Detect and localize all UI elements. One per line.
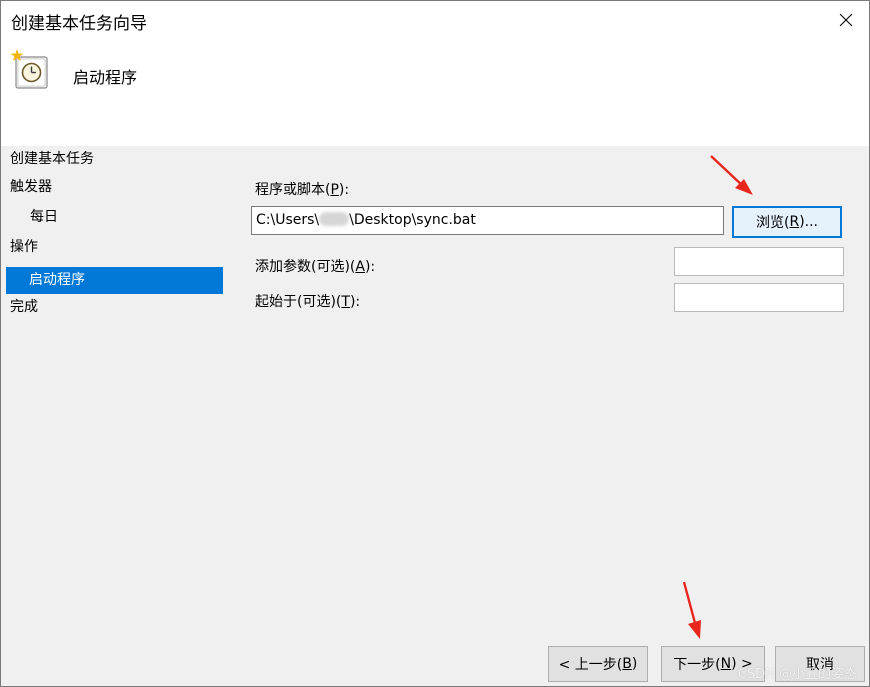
label-text: 程序或脚本( [255, 182, 331, 198]
label-text: 起始于(可选)( [255, 294, 342, 310]
step-daily: 每日 [30, 204, 58, 231]
annotation-arrow-icon [682, 581, 701, 639]
task-wizard-window: 创建基本任务向导 启动程序 创建基本任务 触发器 每日 操作 启动程序 完成 程… [0, 0, 870, 687]
page-title: 启动程序 [73, 68, 138, 87]
step-label: 启动程序 [29, 272, 85, 288]
wizard-body: 创建基本任务 触发器 每日 操作 启动程序 完成 程序或脚本(P): C:\Us… [1, 146, 869, 686]
access-key: R [789, 214, 800, 230]
program-script-input[interactable]: C:\Users\ \Desktop\sync.bat [251, 206, 724, 235]
arguments-input[interactable] [674, 247, 844, 276]
step-action: 操作 [10, 234, 38, 261]
browse-button[interactable]: 浏览(R)... [732, 206, 842, 238]
step-label: 触发器 [10, 179, 52, 195]
step-trigger: 触发器 [10, 174, 52, 201]
path-suffix: \Desktop\sync.bat [349, 212, 476, 228]
step-label: 创建基本任务 [10, 151, 94, 167]
window-title: 创建基本任务向导 [11, 14, 147, 34]
step-finish: 完成 [10, 294, 38, 321]
button-text: )... [799, 214, 818, 230]
start-in-input[interactable] [674, 283, 844, 312]
access-key: B [622, 656, 632, 672]
label-text: ): [364, 259, 376, 275]
step-create-basic-task: 创建基本任务 [10, 146, 94, 173]
start-in-label: 起始于(可选)(T): [255, 291, 360, 311]
wizard-header: 启动程序 [1, 38, 869, 146]
label-text: ): [349, 294, 361, 310]
close-icon [839, 13, 853, 26]
watermark: CSDN @小丑的姿态 [737, 667, 857, 682]
path-prefix: C:\Users\ [256, 212, 320, 228]
arguments-label: 添加参数(可选)(A): [255, 256, 375, 276]
step-label: 操作 [10, 239, 38, 255]
access-key: P [330, 182, 339, 198]
access-key: N [720, 656, 732, 672]
label-text: ): [338, 182, 350, 198]
button-text: 下一步( [673, 657, 721, 673]
clock-task-icon [10, 49, 48, 89]
close-button[interactable] [823, 1, 869, 38]
label-text: 添加参数(可选)( [255, 259, 356, 275]
step-start-program: 启动程序 [6, 267, 223, 294]
title-bar: 创建基本任务向导 [1, 1, 869, 38]
redacted-username [319, 212, 350, 226]
button-text: < 上一步( [558, 657, 623, 673]
program-script-label: 程序或脚本(P): [255, 179, 349, 199]
access-key: T [341, 294, 350, 310]
step-label: 每日 [30, 209, 58, 225]
button-text: ) [631, 656, 638, 672]
access-key: A [355, 259, 365, 275]
annotation-arrow-icon [710, 155, 753, 195]
step-label: 完成 [10, 299, 38, 315]
button-text: 浏览( [755, 215, 790, 231]
back-button[interactable]: < 上一步(B) [548, 646, 648, 682]
